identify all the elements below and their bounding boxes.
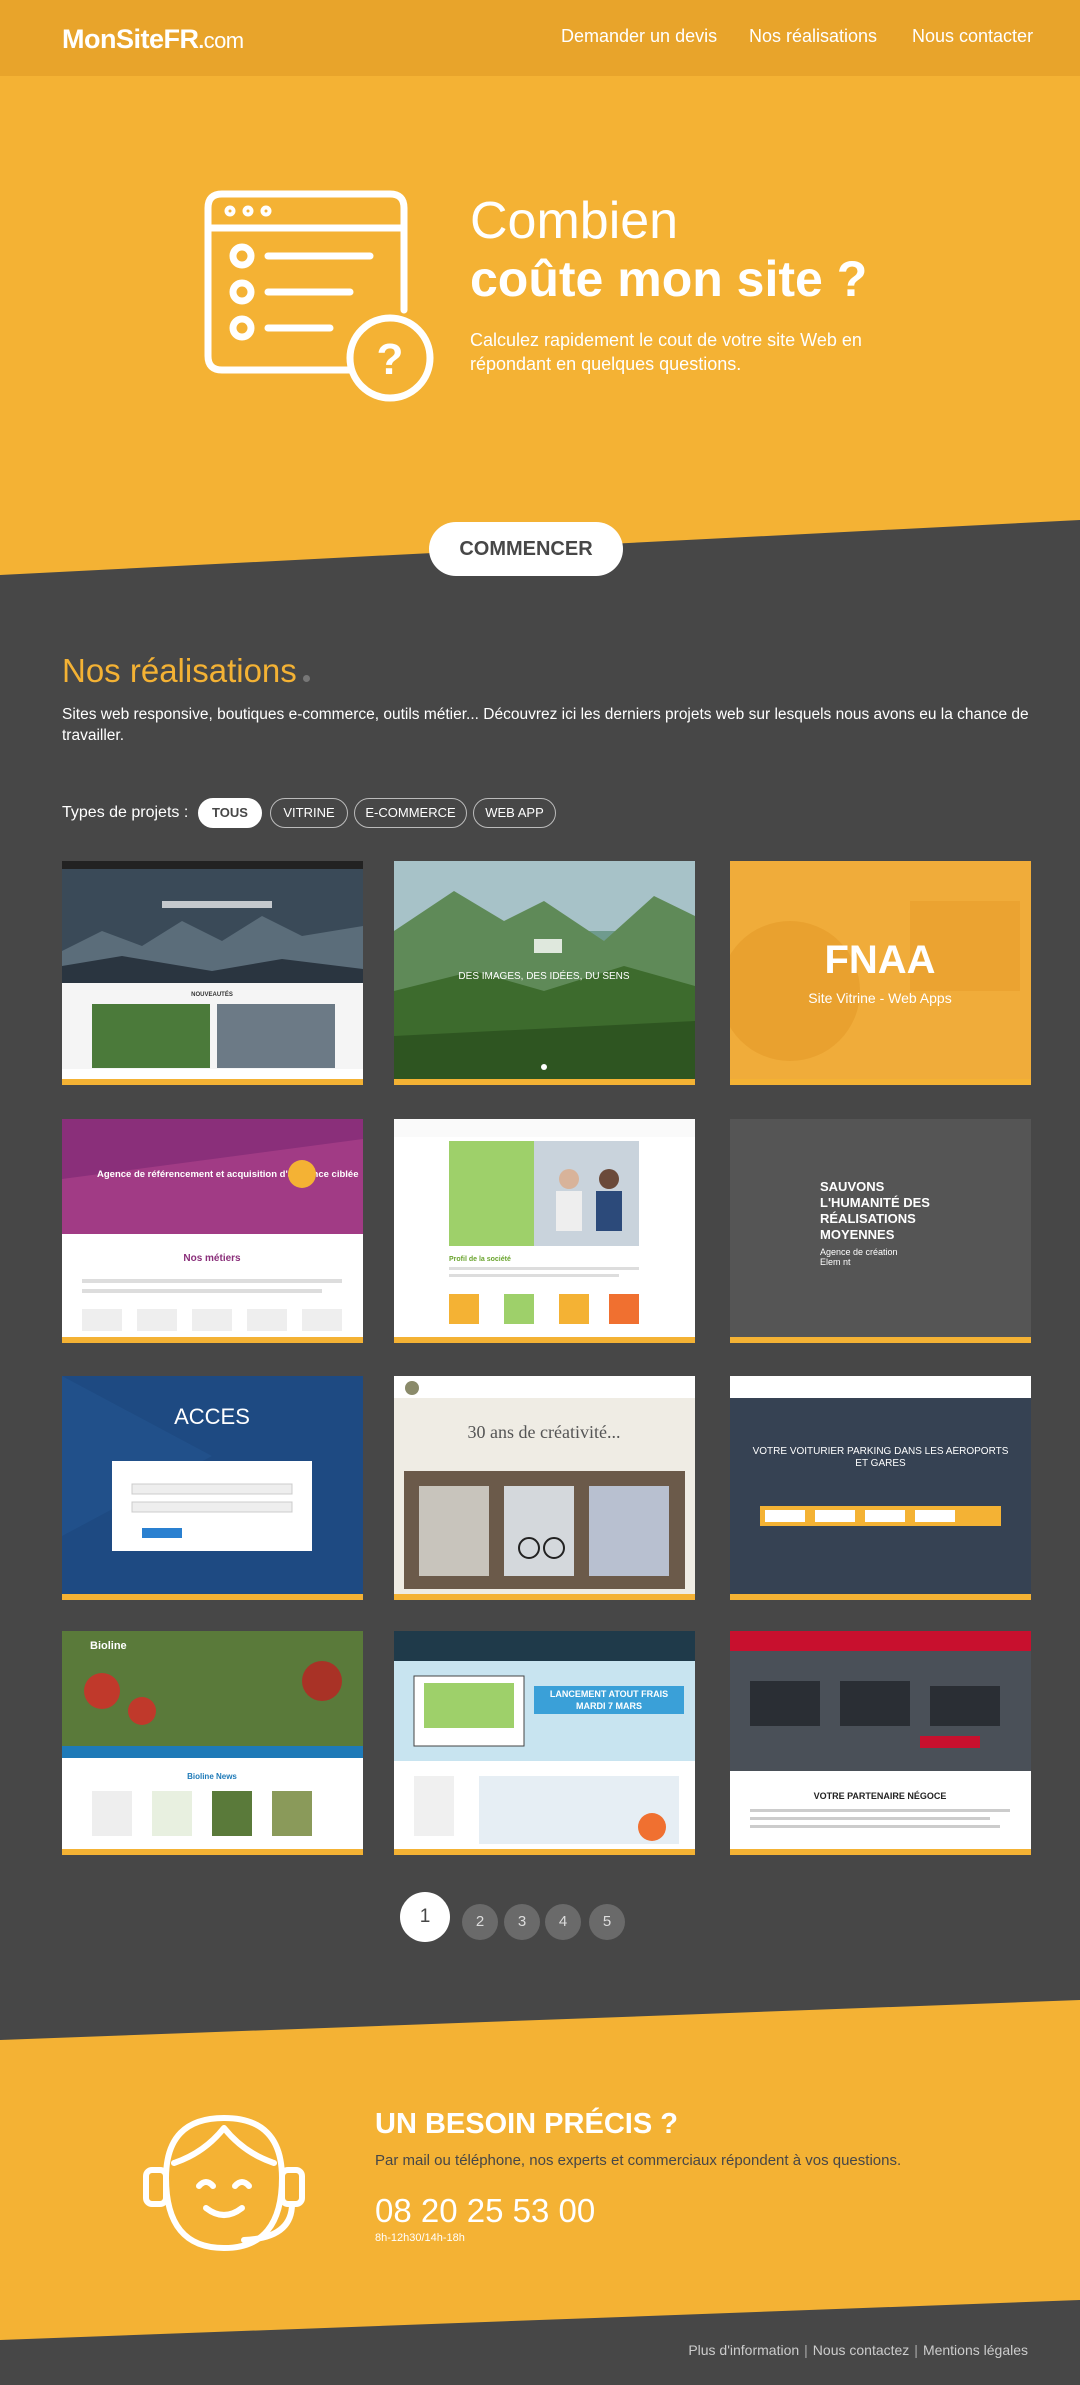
card-12-heading: VOTRE PARTENAIRE NÉGOCE bbox=[814, 1791, 947, 1801]
hero-title-line2: coûte mon site ? bbox=[470, 251, 868, 307]
hero-title-line1: Combien bbox=[470, 192, 679, 250]
footer-link-mentions[interactable]: Mentions légales bbox=[923, 2342, 1028, 2358]
nav-demander-devis[interactable]: Demander un devis bbox=[561, 26, 717, 47]
card-4-section: Nos métiers bbox=[183, 1253, 241, 1264]
filter-web-app[interactable]: WEB APP bbox=[473, 798, 556, 828]
page-button-1[interactable]: 1 bbox=[400, 1892, 450, 1942]
footer-links: Plus d'information | Nous contactez | Mentio… bbox=[688, 2342, 1028, 2358]
page: MonSiteFR.com Demander un devis Nos réal… bbox=[0, 0, 1080, 2385]
card-10-heading: Bioline bbox=[90, 1640, 127, 1652]
nav-nous-contacter[interactable]: Nous contacter bbox=[912, 26, 1033, 47]
project-card-10[interactable]: Bioline Bioline News bbox=[62, 1631, 363, 1855]
project-card-2[interactable]: DES IMAGES, DES IDÉES, DU SENS bbox=[394, 861, 695, 1085]
website-form-question-icon: ? bbox=[200, 190, 440, 415]
card-1-label: NOUVEAUTÉS bbox=[191, 990, 233, 998]
filter-e-commerce[interactable]: E-COMMERCE bbox=[354, 798, 467, 828]
project-card-6[interactable]: SAUVONS L'HUMANITÉ DES RÉALISATIONS MOYE… bbox=[730, 1119, 1031, 1343]
card-8-heading: 30 ans de créativité... bbox=[468, 1422, 621, 1442]
project-card-7[interactable]: ACCES bbox=[62, 1376, 363, 1600]
realisations-description: Sites web responsive, boutiques e-commer… bbox=[62, 706, 1029, 744]
project-card-9[interactable]: VOTRE VOITURIER PARKING DANS LES AÉROPOR… bbox=[730, 1376, 1031, 1600]
page-button-2[interactable]: 2 bbox=[462, 1904, 498, 1940]
project-card-1[interactable]: NOUVEAUTÉS bbox=[62, 861, 363, 1085]
header: MonSiteFR.com Demander un devis Nos réal… bbox=[0, 0, 1080, 76]
contact-hours: 8h-12h30/14h-18h bbox=[375, 2232, 465, 2244]
card-6-heading: SAUVONS L'HUMANITÉ DES RÉALISATIONS MOYE… bbox=[820, 1179, 930, 1242]
footer-link-information[interactable]: Plus d'information bbox=[688, 2342, 799, 2358]
project-card-8[interactable]: 30 ans de créativité... bbox=[394, 1376, 695, 1600]
card-7-heading: ACCES bbox=[174, 1404, 250, 1429]
card-9-heading: VOTRE VOITURIER PARKING DANS LES AÉROPOR… bbox=[752, 1446, 1009, 1469]
card-6-sub: Agence de création Elem nt bbox=[820, 1247, 898, 1267]
contact-title: UN BESOIN PRÉCIS ? bbox=[375, 2108, 678, 2140]
contact-subtitle: Par mail ou téléphone, nos experts et co… bbox=[375, 2152, 902, 2169]
page-button-4[interactable]: 4 bbox=[545, 1904, 581, 1940]
filter-label: Types de projets : bbox=[62, 804, 189, 821]
footer-separator: | bbox=[914, 2342, 918, 2358]
hero-subtitle: Calculez rapidement le cout de votre sit… bbox=[470, 330, 862, 374]
card-2-label: DES IMAGES, DES IDÉES, DU SENS bbox=[458, 969, 629, 982]
realisations-title-text: Nos réalisations bbox=[62, 652, 297, 689]
card-5-heading: Profil de la société bbox=[449, 1256, 511, 1263]
filter-tous[interactable]: TOUS bbox=[198, 798, 262, 828]
project-card-3[interactable]: FNAA Site Vitrine - Web Apps bbox=[730, 861, 1031, 1085]
footer-link-contact[interactable]: Nous contactez bbox=[813, 2342, 910, 2358]
svg-text:?: ? bbox=[377, 335, 404, 384]
logo-main: MonSiteFR bbox=[62, 24, 199, 54]
card-3-title: FNAA bbox=[824, 938, 935, 982]
contact-phone[interactable]: 08 20 25 53 00 bbox=[375, 2192, 595, 2230]
card-3-subtitle: Site Vitrine - Web Apps bbox=[808, 990, 951, 1006]
footer-separator: | bbox=[804, 2342, 808, 2358]
logo[interactable]: MonSiteFR.com bbox=[62, 24, 244, 55]
filter-vitrine[interactable]: VITRINE bbox=[270, 798, 348, 828]
page-button-3[interactable]: 3 bbox=[504, 1904, 540, 1940]
title-dot bbox=[302, 675, 310, 682]
card-11-heading: LANCEMENT ATOUT FRAIS MARDI 7 MARS bbox=[534, 1686, 684, 1714]
realisations-title: Nos réalisations bbox=[62, 652, 310, 690]
card-4-heading: Agence de référencement et acquisition d… bbox=[97, 1169, 358, 1180]
project-card-11[interactable]: LANCEMENT ATOUT FRAIS MARDI 7 MARS bbox=[394, 1631, 695, 1855]
page-button-5[interactable]: 5 bbox=[589, 1904, 625, 1940]
project-card-5[interactable]: Profil de la société bbox=[394, 1119, 695, 1343]
logo-suffix: com bbox=[203, 28, 245, 53]
project-card-4[interactable]: Agence de référencement et acquisition d… bbox=[62, 1119, 363, 1343]
nav-nos-realisations[interactable]: Nos réalisations bbox=[749, 26, 877, 47]
project-card-12[interactable]: VOTRE PARTENAIRE NÉGOCE bbox=[730, 1631, 1031, 1855]
customer-support-icon bbox=[134, 2108, 314, 2263]
commencer-button[interactable]: COMMENCER bbox=[429, 522, 623, 576]
card-10-section: Bioline News bbox=[187, 1772, 237, 1781]
